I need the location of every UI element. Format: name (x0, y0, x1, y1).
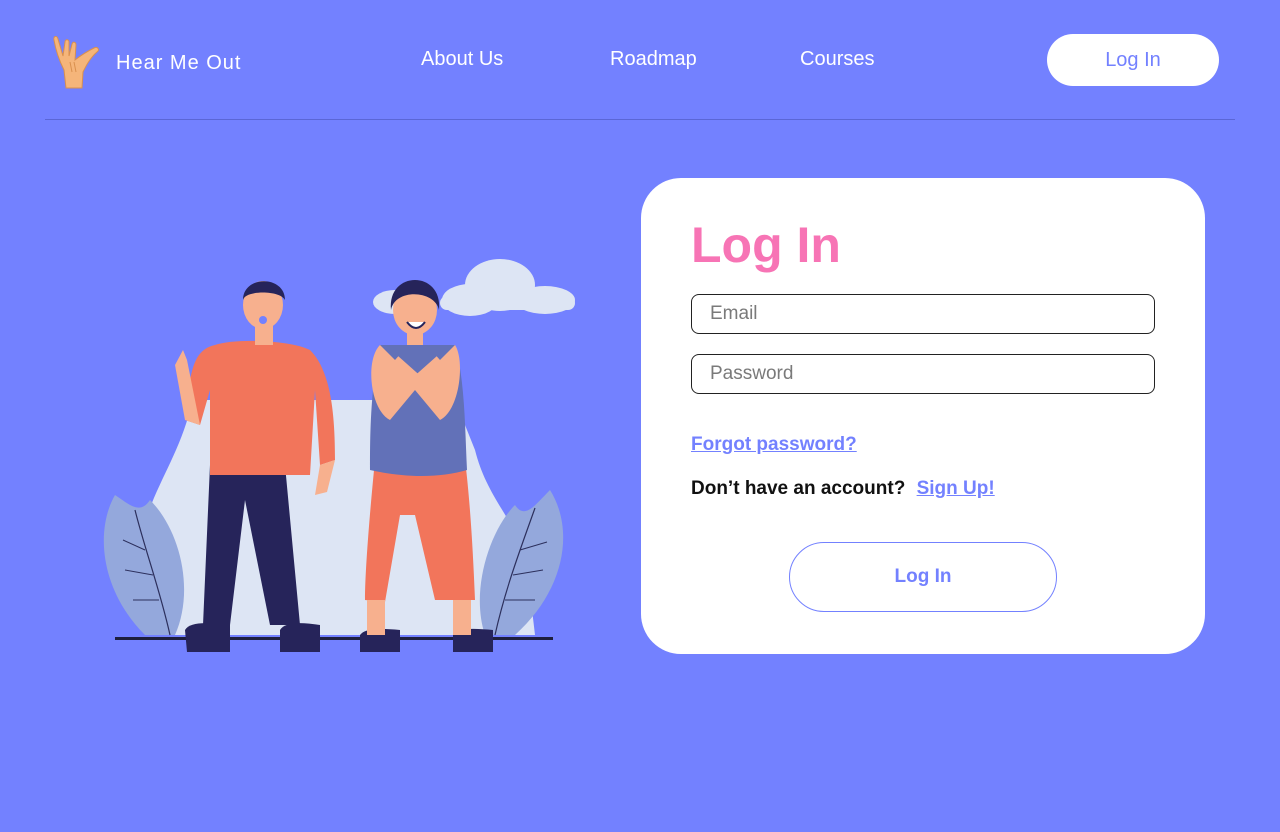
people-illustration (103, 259, 575, 652)
header-divider (45, 119, 1235, 120)
hand-sign-icon (53, 36, 99, 89)
site-header: Hear Me Out About Us Roadmap Courses Log… (0, 0, 1280, 120)
nav-courses[interactable]: Courses (800, 48, 874, 71)
nav-roadmap[interactable]: Roadmap (610, 48, 697, 71)
login-title: Log In (691, 217, 841, 273)
background-blob (139, 400, 535, 635)
login-submit-button[interactable]: Log In (789, 542, 1057, 612)
no-account-text: Don’t have an account? (691, 478, 906, 499)
password-field[interactable] (691, 354, 1155, 394)
header-login-button[interactable]: Log In (1047, 34, 1219, 86)
forgot-password-link[interactable]: Forgot password? (691, 434, 857, 456)
signup-link[interactable]: Sign Up! (917, 478, 995, 499)
login-card: Log In Forgot password? Don’t have an ac… (641, 178, 1205, 654)
email-field[interactable] (691, 294, 1155, 334)
brand-logo[interactable]: Hear Me Out (50, 32, 241, 90)
brand-name: Hear Me Out (116, 51, 242, 74)
signup-row: Don’t have an account? Sign Up! (691, 478, 995, 500)
nav-about-us[interactable]: About Us (421, 48, 503, 71)
